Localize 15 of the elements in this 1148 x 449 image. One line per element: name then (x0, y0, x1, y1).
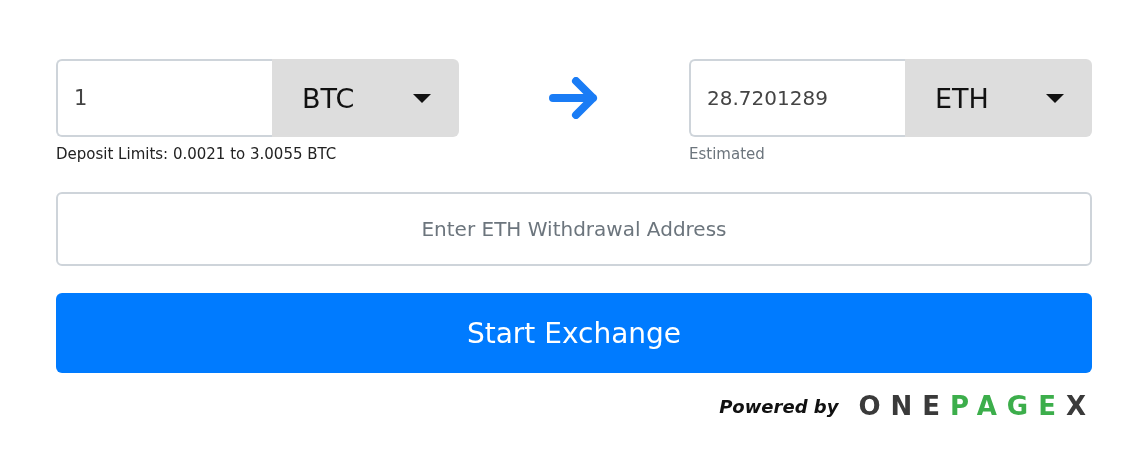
start-exchange-button[interactable]: Start Exchange (56, 293, 1092, 373)
logo-word: ONE (858, 391, 951, 421)
logo-word: PAGE (950, 391, 1066, 421)
arrow-right-icon (549, 77, 599, 119)
powered-by-label: Powered by (719, 395, 839, 417)
caret-icon (413, 93, 431, 103)
deposit-limits: Deposit Limits: 0.0021 to 3.0055 BTC (56, 145, 338, 163)
address-field[interactable]: Enter ETH Withdrawal Address (56, 192, 1092, 266)
estimated-label: Estimated (689, 145, 766, 163)
currency-select[interactable]: ETH (905, 59, 1092, 137)
amount-field[interactable]: 1 (56, 59, 272, 137)
estimate-field[interactable]: 28.7201289 (689, 59, 905, 137)
caret-icon (1046, 93, 1064, 103)
logo-word: X (1065, 391, 1096, 421)
currency-select[interactable]: BTC (272, 59, 459, 137)
